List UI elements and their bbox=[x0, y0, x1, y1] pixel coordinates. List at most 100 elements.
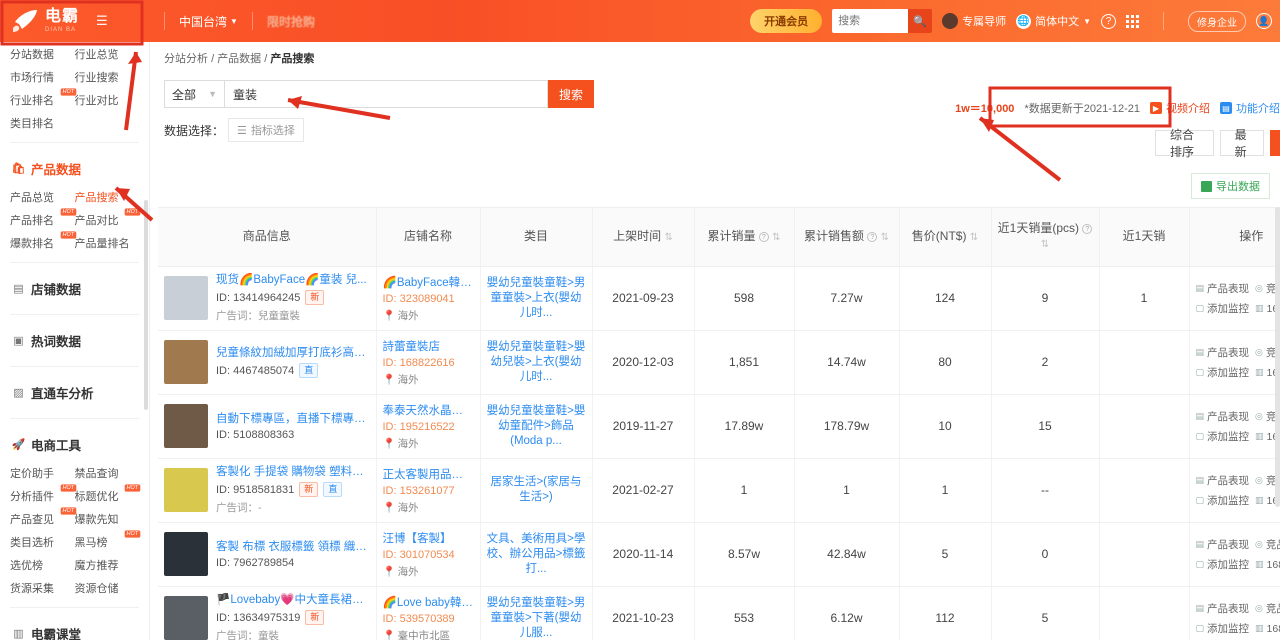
cell-shop[interactable]: 🌈BabyFace韓童館... ID: 323089041 📍海外 bbox=[376, 266, 481, 331]
product-title-link[interactable]: 🏴Lovebaby💗中大童長裙子... bbox=[216, 593, 370, 607]
info-icon-5[interactable]: ? bbox=[867, 231, 878, 242]
op-add-monitor[interactable]: ▢ 添加监控 bbox=[1196, 429, 1250, 444]
sidebar-item-product-search[interactable]: 产品搜索 bbox=[75, 191, 140, 205]
help-icon[interactable]: ? bbox=[1101, 13, 1116, 29]
sort-hottest-button[interactable]: 最热销 bbox=[1269, 130, 1280, 156]
op-competitor-compare[interactable]: ◎竞品对比 bbox=[1255, 601, 1280, 616]
cell-shop[interactable]: 汪博【客製】 ID: 301070534 📍 海外 bbox=[376, 522, 481, 587]
sidebar-item-t7[interactable]: 黑马榜 HOT bbox=[75, 530, 141, 550]
cell-category[interactable]: 居家生活>(家居与生活>) bbox=[480, 458, 593, 523]
cell-category[interactable]: 文具、美術用具>學校、辦公用品>標籤打... bbox=[480, 522, 593, 587]
video-intro-link[interactable]: ▶ 视频介绍 bbox=[1150, 100, 1210, 116]
sidebar-item-product-volume-rank[interactable]: 产品量排名 bbox=[75, 237, 140, 251]
shop-name-link[interactable]: 🌈Love baby韓童館... bbox=[383, 594, 474, 610]
product-thumbnail[interactable] bbox=[164, 276, 208, 320]
search-scope-select[interactable]: 全部 ▼ bbox=[164, 80, 224, 108]
product-thumbnail[interactable] bbox=[164, 532, 208, 576]
op-add-monitor[interactable]: ▢ 添加监控 bbox=[1196, 493, 1250, 508]
col-day-sales-extra[interactable]: 近1天销 bbox=[1099, 208, 1190, 267]
sidebar-item-1[interactable]: 行业总览 bbox=[75, 48, 140, 62]
metric-select-button[interactable]: ☰ 指标选择 bbox=[228, 118, 304, 142]
sidebar-item-t1[interactable]: 禁品查询 bbox=[75, 467, 140, 481]
cell-product-info[interactable]: 现货🌈BabyFace🌈童装 兒... ID: 13414964245 新 广告词… bbox=[158, 266, 377, 331]
export-data-button[interactable]: 导出数据 bbox=[1191, 173, 1270, 199]
op-product-performance[interactable]: ▤ 产品表现 bbox=[1196, 473, 1250, 488]
language-selector[interactable]: 🌐 简体中文 ▼ bbox=[1016, 13, 1091, 29]
op-product-performance[interactable]: ▤ 产品表现 bbox=[1196, 601, 1250, 616]
product-thumbnail[interactable] bbox=[164, 404, 208, 448]
sidebar-item-0[interactable]: 分站数据 bbox=[10, 48, 75, 62]
cell-shop[interactable]: 奉泰天然水晶珠寶玉... ID: 195216522 📍海外 bbox=[376, 394, 481, 459]
sidebar-item-t6[interactable]: 类目选析 bbox=[10, 536, 75, 550]
info-icon-4[interactable]: ? bbox=[758, 231, 769, 242]
sidebar-item-t3[interactable]: 标题优化 HOT bbox=[75, 484, 141, 504]
table-row[interactable]: 兒童條紋加絨加厚打底衫高領... ID: 4467485074 直 詩蕾童裝店 I… bbox=[158, 330, 1280, 395]
table-row[interactable]: 🏴Lovebaby💗中大童長裙子... ID: 13634975319 新 广告词… bbox=[158, 586, 1280, 640]
table-row[interactable]: 自動下標專區，直播下標專拍... ID: 5108808363 奉泰天然水晶珠寶… bbox=[158, 394, 1280, 459]
col-total-revenue[interactable]: 累计销售额 ? ⇅ bbox=[794, 208, 900, 267]
op-add-monitor[interactable]: ▢ 添加监控 bbox=[1196, 557, 1250, 572]
sidebar-item-t0[interactable]: 定价助手 bbox=[10, 467, 75, 481]
sort-icon-7[interactable]: ⇅ bbox=[1041, 239, 1049, 250]
op-add-monitor[interactable]: ▢ 添加监控 bbox=[1196, 621, 1250, 636]
op-product-performance[interactable]: ▤ 产品表现 bbox=[1196, 409, 1250, 424]
cell-product-info[interactable]: 客製 布標 衣服標籤 領標 織帶... ID: 7962789854 bbox=[158, 522, 377, 587]
cell-category[interactable]: 嬰幼兒童裝童鞋>男童童裝>下著(嬰幼儿服... bbox=[480, 586, 593, 640]
sidebar-item-2[interactable]: 市场行情 bbox=[10, 71, 75, 85]
breadcrumb-l1[interactable]: 分站分析 bbox=[164, 53, 208, 65]
sidebar-item-product-rank[interactable]: 产品排名 HOT bbox=[10, 208, 76, 228]
col-total-sales[interactable]: 累计销量 ? ⇅ bbox=[694, 208, 795, 267]
sidebar-section-class[interactable]: ▥ 电霸课堂 bbox=[0, 617, 149, 640]
sidebar-item-hot-rank[interactable]: 爆款排名 HOT bbox=[10, 231, 76, 251]
cell-product-info[interactable]: 🏴Lovebaby💗中大童長裙子... ID: 13634975319 新 广告词… bbox=[158, 586, 377, 640]
sidebar-section-hotword-data[interactable]: ▣ 热词数据 bbox=[0, 324, 149, 357]
sidebar-item-3[interactable]: 行业搜索 bbox=[75, 71, 140, 85]
table-row[interactable]: 客製化 手提袋 購物袋 塑料袋 ... ID: 9518581831 新直 广告词… bbox=[158, 458, 1280, 523]
shop-name-link[interactable]: 正太客製用品專賣店 bbox=[383, 466, 474, 482]
sort-icon-4[interactable]: ⇅ bbox=[772, 232, 780, 243]
product-thumbnail[interactable] bbox=[164, 468, 208, 512]
cell-shop[interactable]: 🌈Love baby韓童館... ID: 539570389 📍臺中市北區 bbox=[376, 586, 481, 640]
sort-comprehensive-button[interactable]: 综合排序 bbox=[1155, 128, 1214, 159]
apps-grid-icon[interactable] bbox=[1126, 14, 1139, 28]
op-competitor-compare[interactable]: ◎竞品对比 bbox=[1255, 537, 1280, 552]
sidebar-item-product-overview[interactable]: 产品总览 bbox=[10, 191, 75, 205]
table-row[interactable]: 现货🌈BabyFace🌈童装 兒... ID: 13414964245 新 广告词… bbox=[158, 266, 1280, 331]
op-add-monitor[interactable]: ▢ 添加监控 bbox=[1196, 301, 1250, 316]
sidebar-section-ztc-analysis[interactable]: ▨ 直通车分析 bbox=[0, 376, 149, 409]
shop-name-link[interactable]: 詩蕾童裝店 bbox=[383, 338, 474, 354]
col-price[interactable]: 售价(NT$) ⇅ bbox=[899, 208, 992, 267]
sidebar-section-tools[interactable]: 🚀 电商工具 bbox=[0, 428, 149, 461]
op-product-performance[interactable]: ▤ 产品表现 bbox=[1196, 281, 1250, 296]
cell-product-info[interactable]: 兒童條紋加絨加厚打底衫高領... ID: 4467485074 直 bbox=[158, 330, 377, 395]
sidebar-item-4[interactable]: 行业排名 HOT bbox=[10, 88, 76, 108]
table-scrollbar[interactable] bbox=[1275, 207, 1280, 507]
search-submit-button[interactable]: 搜索 bbox=[548, 80, 594, 108]
sort-icon-5[interactable]: ⇅ bbox=[881, 232, 889, 243]
product-title-link[interactable]: 自動下標專區，直播下標專拍... bbox=[216, 412, 370, 426]
sidebar-item-t5[interactable]: 爆款先知 bbox=[75, 513, 140, 527]
sidebar-item-t2[interactable]: 分析插件 HOT bbox=[10, 484, 76, 504]
product-title-link[interactable]: 现货🌈BabyFace🌈童装 兒... bbox=[216, 273, 367, 287]
user-account-icon[interactable]: 👤 bbox=[1256, 13, 1272, 29]
feature-intro-link[interactable]: ▤ 功能介绍 bbox=[1220, 100, 1280, 116]
hamburger-icon[interactable]: ☰ bbox=[96, 13, 108, 29]
cell-category[interactable]: 嬰幼兒童裝童鞋>男童童裝>上衣(嬰幼儿时... bbox=[480, 266, 593, 331]
sidebar-item-t9[interactable]: 魔方推荐 bbox=[75, 559, 140, 573]
table-row[interactable]: 客製 布標 衣服標籤 領標 織帶... ID: 7962789854 汪博【客製… bbox=[158, 522, 1280, 587]
header-search[interactable]: 🔍 bbox=[832, 9, 933, 33]
header-search-input[interactable] bbox=[832, 9, 909, 33]
brand-logo[interactable]: 电霸 DIAN BA ☰ bbox=[0, 0, 150, 42]
shop-name-link[interactable]: 🌈BabyFace韓童館... bbox=[383, 274, 474, 290]
enterprise-button[interactable]: 修身企业 bbox=[1188, 10, 1246, 32]
product-thumbnail[interactable] bbox=[164, 340, 208, 384]
search-icon[interactable]: 🔍 bbox=[908, 9, 933, 33]
op-1688-same[interactable]: ▥1688同款 bbox=[1255, 557, 1280, 572]
sidebar-scrollbar[interactable] bbox=[144, 200, 148, 410]
product-title-link[interactable]: 客製化 手提袋 購物袋 塑料袋 ... bbox=[216, 465, 370, 479]
op-1688-same[interactable]: ▥1688同款 bbox=[1255, 621, 1280, 636]
cell-shop[interactable]: 詩蕾童裝店 ID: 168822616 📍 海外 bbox=[376, 330, 481, 395]
col-day-sales[interactable]: 近1天销量(pcs) ? ⇅ bbox=[991, 208, 1100, 267]
cell-product-info[interactable]: 自動下標專區，直播下標專拍... ID: 5108808363 bbox=[158, 394, 377, 459]
sidebar-item-t10[interactable]: 货源采集 bbox=[10, 582, 75, 596]
